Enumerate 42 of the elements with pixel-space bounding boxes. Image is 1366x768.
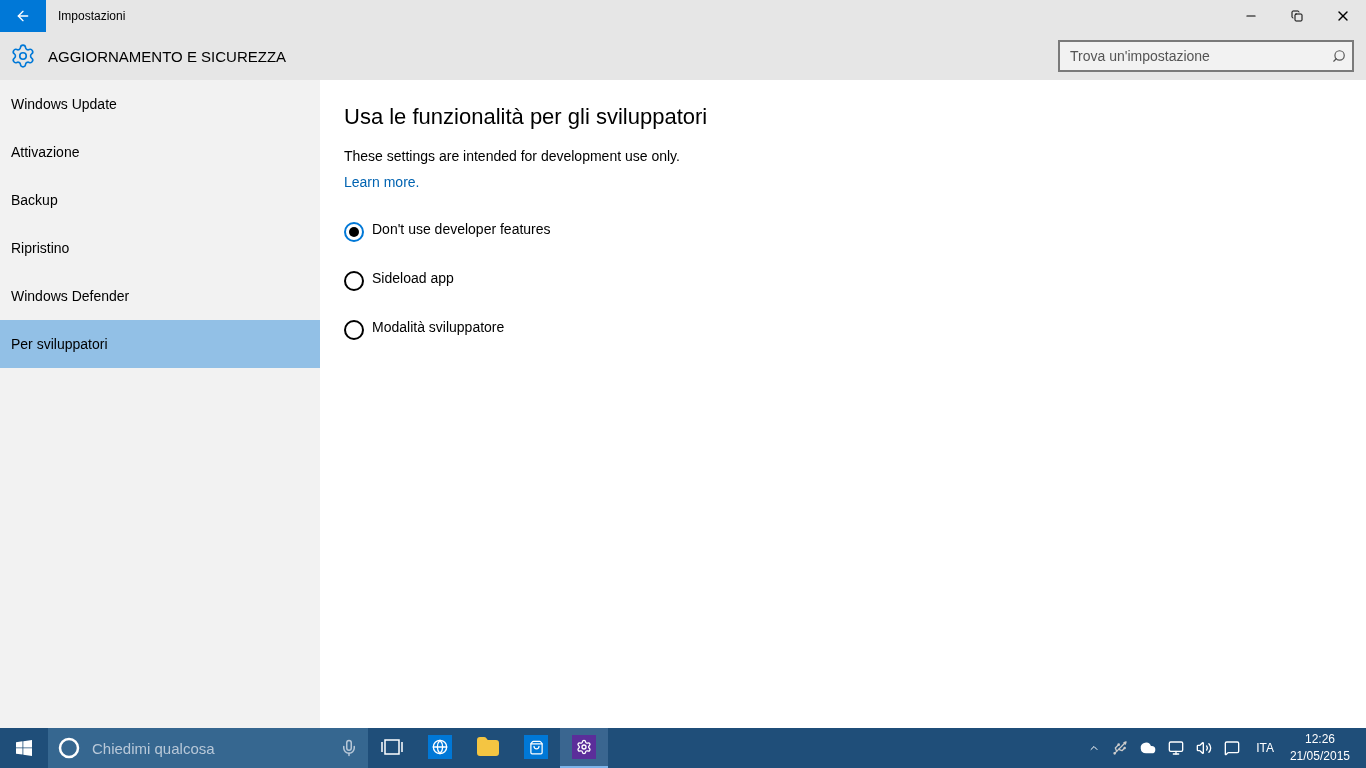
search-icon: [1332, 49, 1346, 63]
window-title: Impostazioni: [58, 9, 127, 23]
microphone-icon: [340, 739, 358, 757]
clock-time: 12:26: [1304, 731, 1335, 748]
restore-icon: [1291, 10, 1303, 22]
sidebar-item[interactable]: Attivazione: [0, 128, 320, 176]
back-arrow-icon: [15, 8, 31, 24]
radio-label: Sideload app: [372, 269, 454, 286]
monitor-icon: [1168, 740, 1185, 756]
gear-icon: [576, 739, 592, 755]
message-icon: [1224, 740, 1241, 756]
folder-icon: [476, 735, 500, 759]
cloud-icon: [1140, 740, 1157, 756]
globe-icon: [432, 739, 448, 755]
windows-logo-icon: [16, 740, 32, 756]
back-button[interactable]: [0, 0, 46, 32]
clock-date: 21/05/2015: [1289, 748, 1350, 765]
radio-button[interactable]: [344, 270, 364, 291]
sidebar-item[interactable]: Ripristino: [0, 224, 320, 272]
sidebar-item[interactable]: Per sviluppatori: [0, 320, 320, 368]
section-title: AGGIORNAMENTO E SICUREZZA: [48, 47, 288, 65]
search-field[interactable]: Trova un'impostazione: [1058, 40, 1354, 72]
learn-more-link[interactable]: Learn more.: [344, 174, 420, 190]
radio-label: Modalità sviluppatore: [372, 318, 505, 335]
task-view-icon: [381, 739, 403, 755]
shopping-bag-icon: [528, 739, 544, 755]
taskbar-search-box[interactable]: Chiedimi qualcosa: [48, 728, 368, 768]
page-title: Usa le funzionalità per gli sviluppatori: [344, 104, 708, 130]
search-field[interactable]: Chiedimi qualcosa: [90, 738, 330, 758]
sidebar-item[interactable]: Windows Update: [0, 80, 320, 128]
speaker-icon: [1196, 740, 1213, 756]
taskbar-app-button[interactable]: [560, 728, 608, 768]
circle-icon: [58, 737, 80, 759]
radio-button[interactable]: [344, 221, 364, 242]
description-text: These settings are intended for development use only.: [344, 148, 680, 164]
usb-icon: [1112, 740, 1129, 756]
radio-button[interactable]: [344, 319, 364, 340]
sidebar-item[interactable]: Windows Defender: [0, 272, 320, 320]
sidebar-item[interactable]: Backup: [0, 176, 320, 224]
radio-label: Don't use developer features: [372, 220, 551, 237]
language-indicator[interactable]: ITA: [1246, 741, 1284, 755]
gear-icon: [10, 43, 36, 69]
